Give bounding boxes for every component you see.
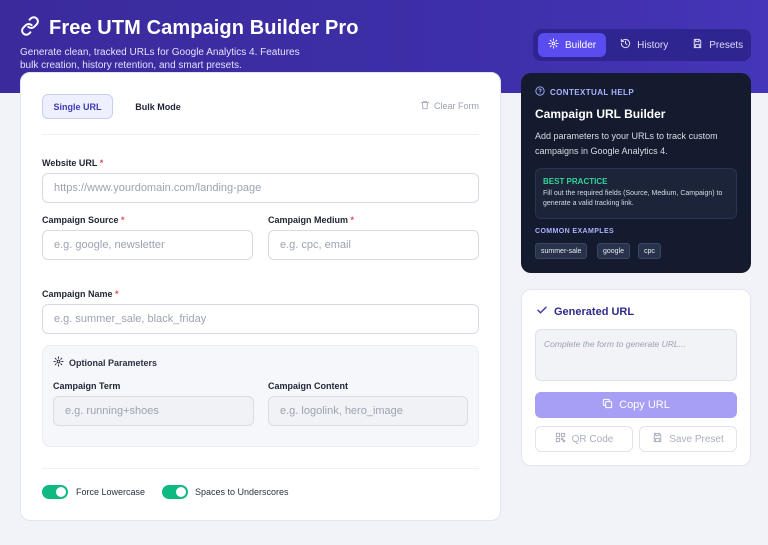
divider (42, 468, 479, 469)
force-lowercase-label: Force Lowercase (76, 487, 146, 497)
example-chip[interactable]: summer-sale (535, 243, 588, 259)
generated-url-output: Complete the form to generate URL... (535, 329, 737, 381)
spaces-to-underscores-label: Spaces to Underscores (195, 487, 289, 497)
trash-icon (420, 100, 430, 112)
brand: Free UTM Campaign Builder Pro (20, 16, 359, 41)
save-preset-button[interactable]: Save Preset (639, 426, 737, 452)
qr-code-icon (555, 432, 566, 446)
example-chip[interactable]: google (597, 243, 631, 259)
help-title: Campaign URL Builder (535, 107, 666, 121)
tab-presets-label: Presets (709, 39, 744, 51)
main-nav: Builder History Presets (533, 29, 751, 61)
campaign-content-label: Campaign Content (268, 381, 348, 391)
website-url-label: Website URL * (42, 158, 104, 168)
spaces-to-underscores-toggle[interactable] (162, 485, 188, 499)
contextual-help-tag-label: CONTEXTUAL HELP (550, 87, 635, 97)
campaign-medium-label: Campaign Medium * (268, 215, 355, 225)
website-url-input[interactable] (42, 173, 479, 203)
app-subtitle: Generate clean, tracked URLs for Google … (20, 47, 300, 71)
mode-single-url[interactable]: Single URL (42, 94, 113, 119)
copy-url-label: Copy URL (619, 399, 670, 411)
link-icon (20, 16, 40, 41)
generated-url-heading: Generated URL (536, 304, 634, 319)
tab-history-label: History (637, 39, 669, 51)
tab-builder-label: Builder (565, 39, 597, 51)
question-circle-icon (535, 86, 545, 98)
common-examples-title: COMMON EXAMPLES (535, 228, 615, 235)
campaign-content-input[interactable] (268, 396, 468, 426)
help-description: Add parameters to your URLs to track cus… (535, 131, 718, 156)
campaign-source-input[interactable] (42, 230, 253, 260)
campaign-term-label: Campaign Term (53, 381, 121, 391)
best-practice-text: Fill out the required fields (Source, Me… (543, 190, 723, 207)
tab-builder[interactable]: Builder (538, 33, 607, 57)
best-practice-title: BEST PRACTICE (543, 177, 608, 186)
qr-code-button[interactable]: QR Code (535, 426, 633, 452)
example-chip[interactable]: cpc (638, 243, 661, 259)
copy-url-button[interactable]: Copy URL (535, 392, 737, 418)
app-title: Free UTM Campaign Builder Pro (49, 17, 359, 39)
mode-bulk[interactable]: Bulk Mode (122, 94, 194, 119)
optional-parameters-title: Optional Parameters (69, 357, 158, 368)
optional-parameters-heading: Optional Parameters (53, 356, 157, 369)
campaign-name-input[interactable] (42, 304, 479, 334)
campaign-name-label: Campaign Name * (42, 289, 119, 299)
force-lowercase-toggle[interactable] (42, 485, 68, 499)
history-icon (620, 38, 631, 52)
tab-history[interactable]: History (610, 33, 678, 57)
campaign-term-input[interactable] (53, 396, 254, 426)
gear-icon (53, 356, 64, 369)
save-icon (692, 38, 703, 52)
campaign-medium-input[interactable] (268, 230, 479, 260)
campaign-source-label: Campaign Source * (42, 215, 125, 225)
divider (42, 134, 479, 135)
tab-presets[interactable]: Presets (682, 33, 753, 57)
clear-form-button[interactable]: Clear Form (420, 100, 479, 112)
gear-icon (548, 38, 559, 52)
generated-url-title: Generated URL (554, 305, 635, 318)
save-preset-label: Save Preset (669, 433, 724, 445)
save-icon (652, 432, 663, 446)
qr-code-label: QR Code (571, 433, 614, 445)
clear-form-label: Clear Form (434, 101, 480, 111)
check-icon (536, 304, 548, 319)
contextual-help-tag: CONTEXTUAL HELP (535, 86, 634, 98)
copy-icon (602, 398, 613, 412)
